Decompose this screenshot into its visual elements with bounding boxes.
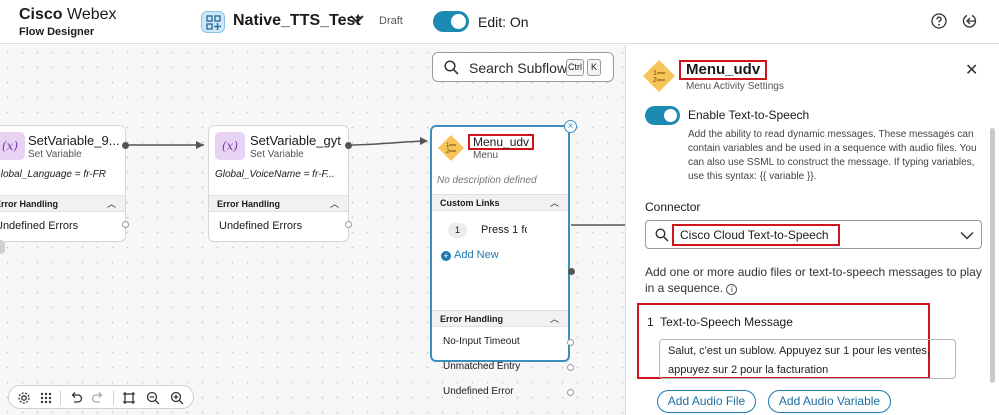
- app-header: Cisco Webex Flow Designer Native_TTS_Tes…: [0, 0, 999, 44]
- error-row: Unmatched Entry: [443, 361, 521, 372]
- info-icon[interactable]: i: [726, 284, 738, 295]
- set-variable-node-1[interactable]: (x) SetVariable_9... Set Variable Global…: [0, 125, 129, 242]
- node-title: SetVariable_gyt: [250, 133, 341, 148]
- connector-2-arrow: [420, 137, 428, 145]
- chevron-down-icon[interactable]: [350, 14, 364, 24]
- fit-view-icon[interactable]: [122, 391, 136, 405]
- chevron-up-icon[interactable]: ︿: [550, 311, 559, 327]
- flow-canvas[interactable]: Search Subflow Ctrl K (x) SetVariable_9.…: [0, 45, 625, 415]
- section-label: Error Handling: [440, 314, 504, 324]
- toolbar-divider: [113, 391, 114, 405]
- brand-subtitle: Flow Designer: [19, 26, 95, 38]
- tts-label: Enable Text-to-Speech: [688, 108, 810, 122]
- connector-select[interactable]: Cisco Cloud Text-to-Speech: [645, 220, 982, 249]
- zoom-out-icon[interactable]: [146, 391, 160, 405]
- audio-description: Add one or more audio files or text-to-s…: [645, 265, 982, 295]
- panel-subtitle: Menu Activity Settings: [686, 81, 784, 92]
- settings-panel: 12 Menu_udv Menu Activity Settings ✕ Ena…: [625, 45, 999, 415]
- message-header: 1 Text-to-Speech Message: [647, 315, 793, 329]
- error-row: Undefined Error: [443, 386, 514, 397]
- add-audio-variable-button[interactable]: Add Audio Variable: [768, 390, 891, 413]
- error-port[interactable]: [345, 221, 352, 228]
- section-label: Error Handling: [0, 199, 59, 209]
- error-port[interactable]: [567, 339, 574, 346]
- tts-toggle[interactable]: [645, 106, 680, 125]
- error-row: Undefined Errors: [0, 220, 79, 232]
- custom-link-label: Press 1 for: [481, 224, 527, 236]
- error-port[interactable]: [122, 221, 129, 228]
- variable-icon: (x): [0, 132, 25, 160]
- tts-description: Add the ability to read dynamic messages…: [688, 129, 977, 182]
- node-title: SetVariable_9...: [28, 133, 120, 148]
- collapse-handle[interactable]: [0, 240, 5, 254]
- draft-badge: Draft: [379, 15, 403, 27]
- chevron-up-icon[interactable]: ︿: [330, 196, 339, 212]
- error-port[interactable]: [567, 389, 574, 396]
- settings-icon[interactable]: [17, 391, 31, 405]
- menu-icon: 12: [643, 60, 675, 92]
- zoom-in-icon[interactable]: [170, 391, 184, 405]
- node-subtitle: Set Variable: [250, 149, 304, 160]
- flow-icon: [201, 11, 225, 33]
- exit-icon[interactable]: [962, 13, 978, 29]
- menu-node-description: No description defined: [437, 175, 537, 186]
- svg-text:2: 2: [653, 77, 657, 84]
- menu-node[interactable]: × 12 Menu_udv Menu No description define…: [430, 120, 577, 397]
- section-label: Error Handling: [217, 199, 281, 209]
- close-icon[interactable]: ✕: [965, 60, 978, 80]
- undo-icon[interactable]: [69, 391, 83, 405]
- variable-icon: (x): [215, 132, 245, 160]
- add-new-link[interactable]: + Add New: [441, 249, 499, 261]
- chevron-up-icon[interactable]: ︿: [550, 195, 559, 211]
- brand-logo: Cisco Webex Flow Designer: [19, 6, 117, 39]
- tts-message-block: 1 Text-to-Speech Message Salut, c'est un…: [637, 303, 956, 379]
- error-handling-header[interactable]: Error Handling ︿: [0, 195, 125, 212]
- chevron-up-icon[interactable]: ︿: [107, 196, 116, 212]
- node-subtitle: Set Variable: [28, 149, 82, 160]
- close-icon[interactable]: ×: [564, 120, 577, 133]
- canvas-toolbar: [8, 385, 194, 409]
- error-handling-header[interactable]: Error Handling ︿: [432, 310, 568, 327]
- flow-name[interactable]: Native_TTS_Test: [233, 12, 361, 30]
- output-port[interactable]: [345, 142, 352, 149]
- message-index: 1: [647, 315, 654, 329]
- node-expression: Global_VoiceName = fr-F...: [215, 169, 335, 180]
- error-handling-header[interactable]: Error Handling ︿: [209, 195, 348, 212]
- plus-icon: +: [441, 251, 451, 261]
- help-icon[interactable]: [931, 13, 947, 29]
- connector-label: Connector: [645, 200, 701, 214]
- panel-scrollbar[interactable]: [990, 128, 995, 383]
- message-label: Text-to-Speech Message: [660, 315, 793, 329]
- grid-icon[interactable]: [39, 391, 53, 405]
- brand-name: Cisco: [19, 6, 63, 23]
- tts-message-textarea[interactable]: Salut, c'est un sublow. Appuyez sur 1 po…: [659, 339, 956, 379]
- svg-text:1: 1: [653, 70, 657, 77]
- toolbar-divider: [60, 391, 61, 405]
- menu-icon: 12: [438, 135, 464, 161]
- section-label: Custom Links: [440, 198, 500, 208]
- custom-links-header[interactable]: Custom Links ︿: [432, 194, 568, 211]
- error-row: Undefined Errors: [219, 220, 303, 232]
- menu-node-title: Menu_udv: [468, 134, 535, 150]
- error-port[interactable]: [567, 364, 574, 371]
- link-port[interactable]: [568, 268, 575, 275]
- output-port[interactable]: [122, 142, 129, 149]
- node-expression: Global_Language = fr-FR: [0, 169, 106, 180]
- error-row: No-Input Timeout: [443, 336, 520, 347]
- redo-icon[interactable]: [91, 391, 105, 405]
- brand-product: Webex: [67, 6, 117, 23]
- panel-title: Menu_udv: [679, 60, 768, 80]
- set-variable-node-2[interactable]: (x) SetVariable_gyt Set Variable Global_…: [208, 125, 352, 242]
- add-audio-file-button[interactable]: Add Audio File: [657, 390, 756, 413]
- connector-value: Cisco Cloud Text-to-Speech: [672, 224, 840, 246]
- connector-2: [348, 140, 427, 146]
- search-icon: [655, 228, 669, 242]
- connector-1-arrow: [196, 141, 204, 149]
- chevron-down-icon[interactable]: [960, 231, 974, 240]
- link-number: 1: [448, 223, 467, 238]
- edit-label: Edit: On: [478, 14, 529, 30]
- menu-node-subtitle: Menu: [473, 150, 499, 161]
- edit-toggle[interactable]: [433, 11, 469, 32]
